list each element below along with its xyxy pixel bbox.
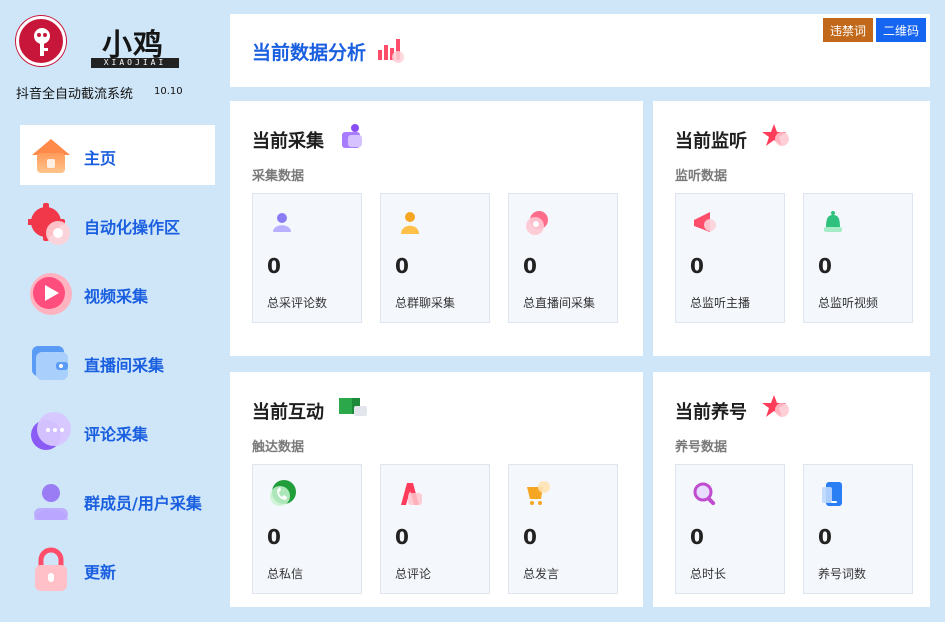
- stat-total-comments-sent: 0 总评论: [380, 464, 490, 594]
- stat-label: 总直播间采集: [523, 296, 596, 310]
- bar-chart-icon: [378, 39, 404, 63]
- mobile-phone-icon: [822, 482, 842, 506]
- user-icon: [273, 213, 291, 232]
- search-icon: [693, 482, 716, 506]
- chat-bubble-icon: [31, 412, 71, 450]
- book-icon: [339, 398, 367, 416]
- stat-value: 0: [267, 254, 281, 278]
- stat-value: 0: [267, 525, 281, 549]
- logo: 小鸡 XIAOJIAI: [16, 16, 216, 76]
- stat-value: 0: [690, 525, 704, 549]
- section-title: 当前互动: [252, 402, 324, 423]
- app-version: 10.10: [154, 86, 183, 97]
- person-icon: [401, 212, 419, 234]
- stat-label: 总评论: [395, 567, 432, 581]
- star-icon: [762, 124, 789, 146]
- letter-a-icon: [401, 483, 422, 505]
- stat-label: 养号词数: [818, 567, 867, 581]
- stat-label: 总群聊采集: [395, 296, 456, 310]
- section-subtitle: 采集数据: [252, 169, 305, 184]
- stat-total-monitored-hosts: 0 总监听主播: [675, 193, 785, 323]
- sidebar-item-group[interactable]: 群成员/用户采集: [20, 470, 215, 530]
- cart-icon: [527, 481, 550, 505]
- stat-total-monitored-videos: 0 总监听视频: [803, 193, 913, 323]
- home-icon: [32, 139, 70, 173]
- collect-card: 当前采集 采集数据 0 总采评论数 0 总群聊采集 0 总直播间采集: [230, 101, 643, 356]
- sidebar-item-live[interactable]: 直播间采集: [20, 332, 215, 392]
- gear-icon: [28, 203, 70, 245]
- sidebar-item-label: 直播间采集: [84, 356, 165, 375]
- avatar-icon: [526, 211, 548, 235]
- stat-total-group-chats: 0 总群聊采集: [380, 193, 490, 323]
- sidebar-item-label: 自动化操作区: [84, 218, 181, 237]
- logo-badge: [16, 16, 66, 66]
- sidebar-item-home[interactable]: 主页: [20, 125, 215, 185]
- megaphone-icon: [694, 212, 716, 232]
- banned-words-button[interactable]: 违禁词: [823, 18, 873, 42]
- stat-total-duration: 0 总时长: [675, 464, 785, 594]
- phone-icon: [270, 480, 296, 506]
- sidebar: 小鸡 XIAOJIAI 抖音全自动截流系统 10.10 主页 自动化操作区 视频…: [0, 0, 228, 622]
- sidebar-item-label: 主页: [84, 149, 117, 168]
- nurture-card: 当前养号 养号数据 0 总时长 0 养号词数: [653, 372, 930, 607]
- stat-value: 0: [523, 525, 537, 549]
- brand-sub: XIAOJIAI: [91, 58, 179, 68]
- stat-label: 总采评论数: [267, 296, 328, 310]
- app-title: 抖音全自动截流系统: [16, 87, 134, 102]
- stat-label: 总监听主播: [690, 296, 751, 310]
- key-icon: [34, 28, 50, 56]
- wallet-icon: [32, 346, 68, 380]
- stat-label: 总私信: [267, 567, 304, 581]
- interact-card: 当前互动 触达数据 0 总私信 0 总评论 0 总发言: [230, 372, 643, 607]
- bell-icon: [824, 211, 842, 232]
- stat-total-live-rooms: 0 总直播间采集: [508, 193, 618, 323]
- sidebar-item-label: 更新: [84, 563, 117, 582]
- sidebar-item-label: 群成员/用户采集: [84, 494, 202, 513]
- stat-label: 总监听视频: [818, 296, 879, 310]
- section-subtitle: 养号数据: [675, 440, 728, 455]
- stat-nurture-words: 0 养号词数: [803, 464, 913, 594]
- stat-value: 0: [818, 254, 832, 278]
- stat-value: 0: [395, 254, 409, 278]
- stat-value: 0: [395, 525, 409, 549]
- page-title: 当前数据分析: [252, 42, 367, 64]
- star-icon: [762, 395, 789, 417]
- section-title: 当前养号: [675, 402, 747, 423]
- section-subtitle: 触达数据: [252, 440, 305, 455]
- stat-value: 0: [690, 254, 704, 278]
- stat-total-comments: 0 总采评论数: [252, 193, 362, 323]
- stat-value: 0: [523, 254, 537, 278]
- section-subtitle: 监听数据: [675, 169, 728, 184]
- lock-icon: [35, 547, 67, 591]
- sidebar-item-label: 评论采集: [84, 425, 149, 444]
- stat-value: 0: [818, 525, 832, 549]
- stat-label: 总时长: [690, 567, 727, 581]
- stat-total-private-messages: 0 总私信: [252, 464, 362, 594]
- stat-total-speeches: 0 总发言: [508, 464, 618, 594]
- users-icon: [34, 484, 68, 520]
- sidebar-item-comment[interactable]: 评论采集: [20, 401, 215, 461]
- sidebar-item-automation[interactable]: 自动化操作区: [20, 194, 215, 254]
- monitor-card: 当前监听 监听数据 0 总监听主播 0 总监听视频: [653, 101, 930, 356]
- header-card: 当前数据分析 违禁词 二维码: [230, 14, 930, 87]
- sidebar-item-label: 视频采集: [84, 287, 149, 306]
- sidebar-item-update[interactable]: 更新: [20, 539, 215, 599]
- qr-code-button[interactable]: 二维码: [876, 18, 926, 42]
- section-title: 当前采集: [252, 131, 324, 152]
- stat-label: 总发言: [523, 567, 560, 581]
- sidebar-item-video[interactable]: 视频采集: [20, 263, 215, 323]
- section-title: 当前监听: [675, 131, 747, 152]
- people-group-icon: [342, 124, 362, 148]
- play-icon: [30, 273, 72, 315]
